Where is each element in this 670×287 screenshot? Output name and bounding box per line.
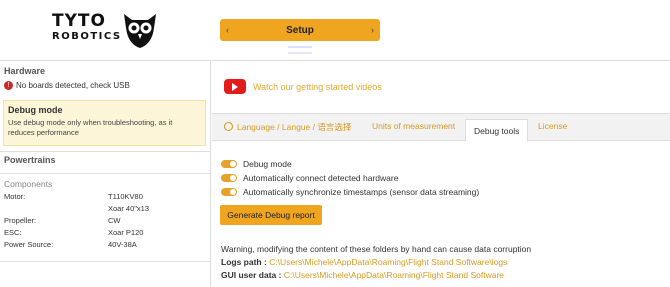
tab-language[interactable]: Language / Langue / 语言选择 <box>224 121 351 133</box>
logo-line2: ROBOTICS <box>52 31 122 42</box>
hardware-status: ! No boards detected, check USB <box>0 81 210 90</box>
logo-wordmark: TYTO ROBOTICS <box>52 12 122 44</box>
debug-mode-title: Debug mode <box>8 105 63 115</box>
auto-connect-toggle-label: Automatically connect detected hardware <box>243 173 399 183</box>
debug-mode-toggle-row: Debug mode <box>221 159 292 169</box>
logs-path-row: Logs path : C:\Users\Michele\AppData\Roa… <box>221 257 507 267</box>
hardware-status-text: No boards detected, check USB <box>16 81 130 90</box>
auto-sync-toggle-label: Automatically synchronize timestamps (se… <box>243 187 480 197</box>
logs-path-link[interactable]: C:\Users\Michele\AppData\Roaming\Flight … <box>269 257 507 267</box>
debug-mode-toggle[interactable] <box>221 160 237 168</box>
motor-label: Motor: <box>4 192 26 201</box>
logs-path-label: Logs path : <box>221 257 267 267</box>
debug-mode-notice: Debug mode Use debug mode only when trou… <box>3 100 206 146</box>
next-arrow-icon[interactable]: › <box>371 25 374 35</box>
hardware-title: Hardware <box>4 66 46 76</box>
auto-sync-toggle-row: Automatically synchronize timestamps (se… <box>221 187 479 197</box>
setup-button[interactable]: ‹ Setup › <box>220 19 380 41</box>
decorative-line <box>288 52 312 54</box>
tab-units[interactable]: Units of measurement <box>372 121 455 131</box>
owl-icon <box>124 14 156 48</box>
divider <box>0 151 210 152</box>
motor-value: T110KV80 <box>108 192 143 201</box>
gui-data-label: GUI user data : <box>221 270 282 280</box>
videos-link-text[interactable]: Watch our getting started videos <box>253 82 382 92</box>
data-corruption-warning: Warning, modifying the content of these … <box>221 244 532 254</box>
settings-tabs: Language / Langue / 语言选择 Units of measur… <box>212 113 670 142</box>
getting-started-videos-link[interactable]: Watch our getting started videos <box>224 79 382 94</box>
generate-debug-report-button[interactable]: Generate Debug report <box>220 205 322 225</box>
auto-connect-toggle[interactable] <box>221 174 237 182</box>
auto-sync-toggle[interactable] <box>221 188 237 196</box>
powertrains-title: Powertrains <box>4 155 56 165</box>
error-icon: ! <box>4 81 13 90</box>
app-header: TYTO ROBOTICS ‹ Setup › <box>0 0 670 60</box>
divider <box>0 173 210 174</box>
esc-value: Xoar P120 <box>108 228 144 237</box>
divider <box>0 261 210 262</box>
tyto-logo: TYTO ROBOTICS <box>52 10 162 50</box>
gui-data-link[interactable]: C:\Users\Michele\AppData\Roaming\Flight … <box>284 270 504 280</box>
debug-mode-description: Use debug mode only when troubleshooting… <box>8 118 173 137</box>
tab-debug-tools[interactable]: Debug tools <box>465 119 529 142</box>
esc-label: ESC: <box>4 228 22 237</box>
gui-data-row: GUI user data : C:\Users\Michele\AppData… <box>221 270 504 280</box>
power-source-label: Power Source: <box>4 240 54 249</box>
prev-arrow-icon[interactable]: ‹ <box>226 25 229 35</box>
tab-license[interactable]: License <box>538 121 567 131</box>
left-sidebar: Hardware ! No boards detected, check USB… <box>0 60 211 287</box>
power-source-value: 40V-38A <box>108 240 137 249</box>
auto-connect-toggle-row: Automatically connect detected hardware <box>221 173 398 183</box>
tab-language-label: Language / Langue / 语言选择 <box>237 122 352 132</box>
propeller-label: Propeller: <box>4 216 37 225</box>
main-panel: Watch our getting started videos Languag… <box>212 60 670 287</box>
youtube-icon[interactable] <box>224 79 246 94</box>
prop-size-value: Xoar 40"x13 <box>108 204 150 213</box>
components-label: Components <box>4 179 53 189</box>
setup-label: Setup <box>286 24 314 36</box>
globe-icon <box>224 122 233 131</box>
propeller-value: CW <box>108 216 121 225</box>
logo-line1: TYTO <box>52 11 106 31</box>
decorative-line <box>288 46 312 48</box>
debug-mode-toggle-label: Debug mode <box>243 159 292 169</box>
